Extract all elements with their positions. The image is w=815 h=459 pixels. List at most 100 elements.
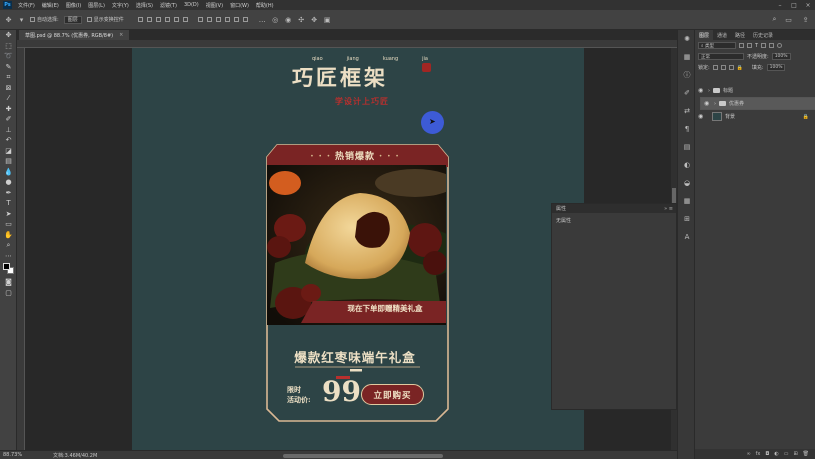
menu-filter[interactable]: 滤镜(T) — [160, 2, 177, 9]
foreground-color[interactable] — [3, 263, 10, 270]
opacity-field[interactable]: 100% — [771, 53, 791, 60]
menu-3d[interactable]: 3D(D) — [184, 2, 199, 8]
layer-row-selected[interactable]: ◉ › 优惠券 — [700, 97, 815, 110]
brush-panel-icon[interactable]: ✐ — [678, 84, 696, 102]
lock-artboard-icon[interactable] — [728, 65, 734, 70]
menu-help[interactable]: 帮助(H) — [256, 2, 274, 9]
expand-chevron-icon[interactable]: › — [714, 101, 716, 107]
3d-scale-icon[interactable]: ▣ — [323, 15, 332, 24]
pen-tool-icon[interactable]: ✒ — [0, 188, 17, 199]
layer-lock-icon[interactable]: 🔒 — [803, 114, 809, 120]
visibility-eye-icon[interactable]: ◉ — [704, 100, 711, 107]
menu-select[interactable]: 选择(S) — [136, 2, 153, 9]
collapse-icon[interactable]: » ≡ — [664, 206, 673, 212]
zoom-level[interactable]: 88.73% — [3, 452, 39, 458]
styles-panel-icon[interactable]: ◒ — [678, 174, 696, 192]
menu-type[interactable]: 文字(Y) — [112, 2, 129, 9]
filter-smart-icon[interactable] — [769, 43, 775, 48]
adjustments-panel-icon[interactable]: ◐ — [678, 156, 696, 174]
artboard[interactable]: qiao jiang kuang jia 巧匠框架 学设计上巧匠 ➤ · · ·… — [132, 48, 584, 450]
lock-pixels-icon[interactable] — [712, 65, 718, 70]
close-icon[interactable]: × — [801, 0, 815, 10]
adjust-panel-icon[interactable]: ⇄ — [678, 102, 696, 120]
3d-slide-icon[interactable]: ✥ — [310, 15, 319, 24]
layer-filter-dropdown[interactable]: ⌕ 类型 — [698, 42, 736, 49]
menu-view[interactable]: 视图(V) — [206, 2, 223, 9]
fx-icon[interactable]: fx — [756, 451, 761, 457]
folder-icon[interactable]: ▭ — [784, 451, 789, 457]
hand-tool-icon[interactable]: ✋ — [0, 230, 17, 241]
search-icon[interactable]: ⌕ — [770, 15, 779, 24]
lock-all-icon[interactable]: 🔒 — [737, 65, 743, 71]
new-layer-icon[interactable]: ⊞ — [793, 451, 797, 457]
clone-stamp-icon[interactable]: ⊥ — [0, 125, 17, 136]
align-left-icon[interactable] — [137, 17, 143, 22]
buy-now-button[interactable]: 立即购买 — [361, 384, 424, 405]
share-icon[interactable]: ⇪ — [801, 15, 810, 24]
character-panel-icon[interactable]: A — [678, 228, 696, 246]
chevron-down-icon[interactable]: ▾ — [17, 15, 26, 24]
distribute-bottom-icon[interactable] — [242, 17, 248, 22]
tab-paths[interactable]: 路径 — [731, 32, 749, 39]
eraser-tool-icon[interactable]: ◪ — [0, 146, 17, 157]
distribute-middle-icon[interactable] — [233, 17, 239, 22]
filter-adjust-icon[interactable] — [747, 43, 752, 48]
tab-history[interactable]: 历史记录 — [749, 32, 777, 39]
align-center-icon[interactable] — [146, 17, 152, 22]
distribute-left-icon[interactable] — [197, 17, 203, 22]
blend-mode-dropdown[interactable]: 正常 — [698, 53, 744, 60]
maximize-icon[interactable]: □ — [787, 0, 801, 10]
screen-mode-icon[interactable]: ▢ — [0, 288, 17, 299]
lock-position-icon[interactable] — [720, 65, 726, 70]
minimize-icon[interactable]: – — [773, 0, 787, 10]
type-tool-icon[interactable]: T — [0, 198, 17, 209]
menu-file[interactable]: 文件(F) — [18, 2, 35, 9]
marquee-tool-icon[interactable]: ⬚ — [0, 41, 17, 52]
lasso-tool-icon[interactable]: ➰ — [0, 51, 17, 62]
eyedropper-tool-icon[interactable]: ⁄ — [0, 93, 17, 104]
more-tools-icon[interactable]: ⋯ — [0, 251, 17, 262]
coupon-card[interactable]: · · · 热销爆款 · · · 现在下单即赠精美礼盒 爆款红枣味端午礼盒 限时 活… — [265, 143, 450, 423]
3d-orbit-icon[interactable]: ◎ — [271, 15, 280, 24]
filter-toggle-icon[interactable] — [777, 43, 783, 48]
color-panel-icon[interactable]: ✺ — [678, 30, 696, 48]
gradient-tool-icon[interactable]: ▤ — [0, 156, 17, 167]
quick-select-tool-icon[interactable]: ✎ — [0, 62, 17, 73]
distribute-right-icon[interactable] — [215, 17, 221, 22]
distribute-center-icon[interactable] — [206, 17, 212, 22]
auto-select-checkbox[interactable] — [30, 17, 35, 22]
expand-chevron-icon[interactable]: › — [708, 88, 710, 94]
workspace-icon[interactable]: ▭ — [784, 15, 793, 24]
fill-field[interactable]: 100% — [766, 64, 786, 71]
visibility-eye-icon[interactable]: ◉ — [698, 113, 705, 120]
zoom-tool-icon[interactable]: ⌕ — [0, 240, 17, 251]
move-tool-icon[interactable]: ✥ — [0, 30, 17, 41]
link-icon[interactable]: ∞ — [746, 451, 750, 457]
grid-panel-icon[interactable]: ▦ — [678, 192, 696, 210]
brush-tool-icon[interactable]: ✐ — [0, 114, 17, 125]
3d-drag-icon[interactable]: ✣ — [297, 15, 306, 24]
library-panel-icon[interactable]: ▤ — [678, 138, 696, 156]
auto-select-dropdown[interactable]: 图层 — [63, 15, 82, 24]
close-tab-icon[interactable]: × — [119, 32, 123, 38]
dodge-tool-icon[interactable]: ● — [0, 177, 17, 188]
menu-layer[interactable]: 图层(L) — [88, 2, 105, 9]
transform-controls-checkbox[interactable] — [86, 17, 92, 22]
color-swatches[interactable] — [0, 261, 17, 277]
rectangle-tool-icon[interactable]: ▭ — [0, 219, 17, 230]
properties-panel-icon[interactable]: ⊞ — [678, 210, 696, 228]
distribute-top-icon[interactable] — [224, 17, 230, 22]
menu-image[interactable]: 图像(I) — [66, 2, 81, 9]
layer-row[interactable]: ◉ 背景 🔒 — [695, 110, 815, 123]
vertical-scroll-thumb[interactable] — [672, 188, 676, 204]
trash-icon[interactable]: 🗑 — [803, 451, 809, 457]
horizontal-scroll-thumb[interactable] — [283, 454, 443, 458]
swatches-panel-icon[interactable]: ▦ — [678, 48, 696, 66]
3d-roll-icon[interactable]: ◉ — [284, 15, 293, 24]
info-panel-icon[interactable]: ⓘ — [678, 66, 696, 84]
align-top-icon[interactable] — [164, 17, 170, 22]
filter-type-icon[interactable]: T — [755, 43, 758, 49]
frame-tool-icon[interactable]: ⊠ — [0, 83, 17, 94]
mask-icon[interactable]: ◘ — [765, 451, 769, 457]
filter-shape-icon[interactable] — [761, 43, 767, 48]
